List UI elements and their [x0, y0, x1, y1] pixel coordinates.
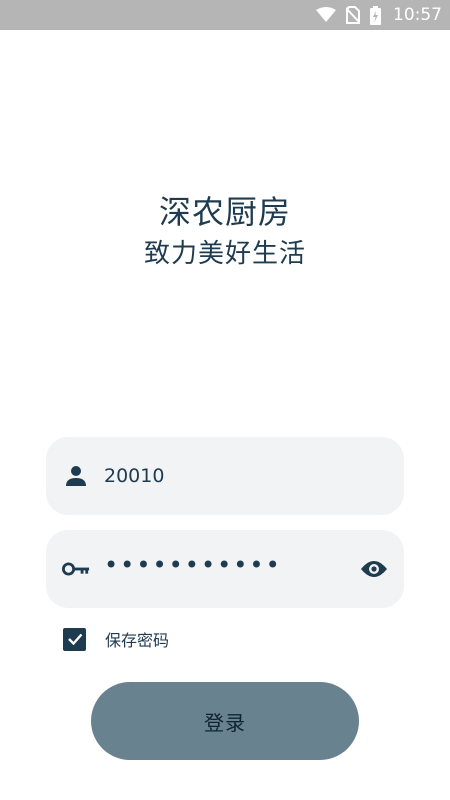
no-sim-icon: [346, 6, 360, 24]
key-icon: [62, 555, 90, 583]
password-value[interactable]: •••••••••••: [104, 553, 358, 577]
status-bar: 10:57: [0, 0, 450, 30]
username-field[interactable]: 20010: [46, 437, 404, 515]
remember-checkbox[interactable]: [63, 627, 86, 651]
wifi-icon: [316, 7, 336, 23]
remember-password-row[interactable]: 保存密码: [63, 627, 169, 651]
eye-icon[interactable]: [358, 553, 390, 585]
checkmark-icon: [67, 633, 82, 646]
app-title: 深农厨房: [158, 193, 291, 231]
app-slogan: 致力美好生活: [143, 239, 306, 269]
username-value[interactable]: 20010: [104, 465, 404, 487]
status-time: 10:57: [393, 5, 442, 25]
login-button[interactable]: 登录: [91, 682, 359, 760]
battery-charging-icon: [370, 5, 381, 25]
password-field[interactable]: •••••••••••: [46, 530, 404, 608]
person-icon: [62, 462, 90, 490]
hero: 深农厨房 致力美好生活: [0, 190, 450, 274]
remember-label[interactable]: 保存密码: [105, 627, 169, 651]
